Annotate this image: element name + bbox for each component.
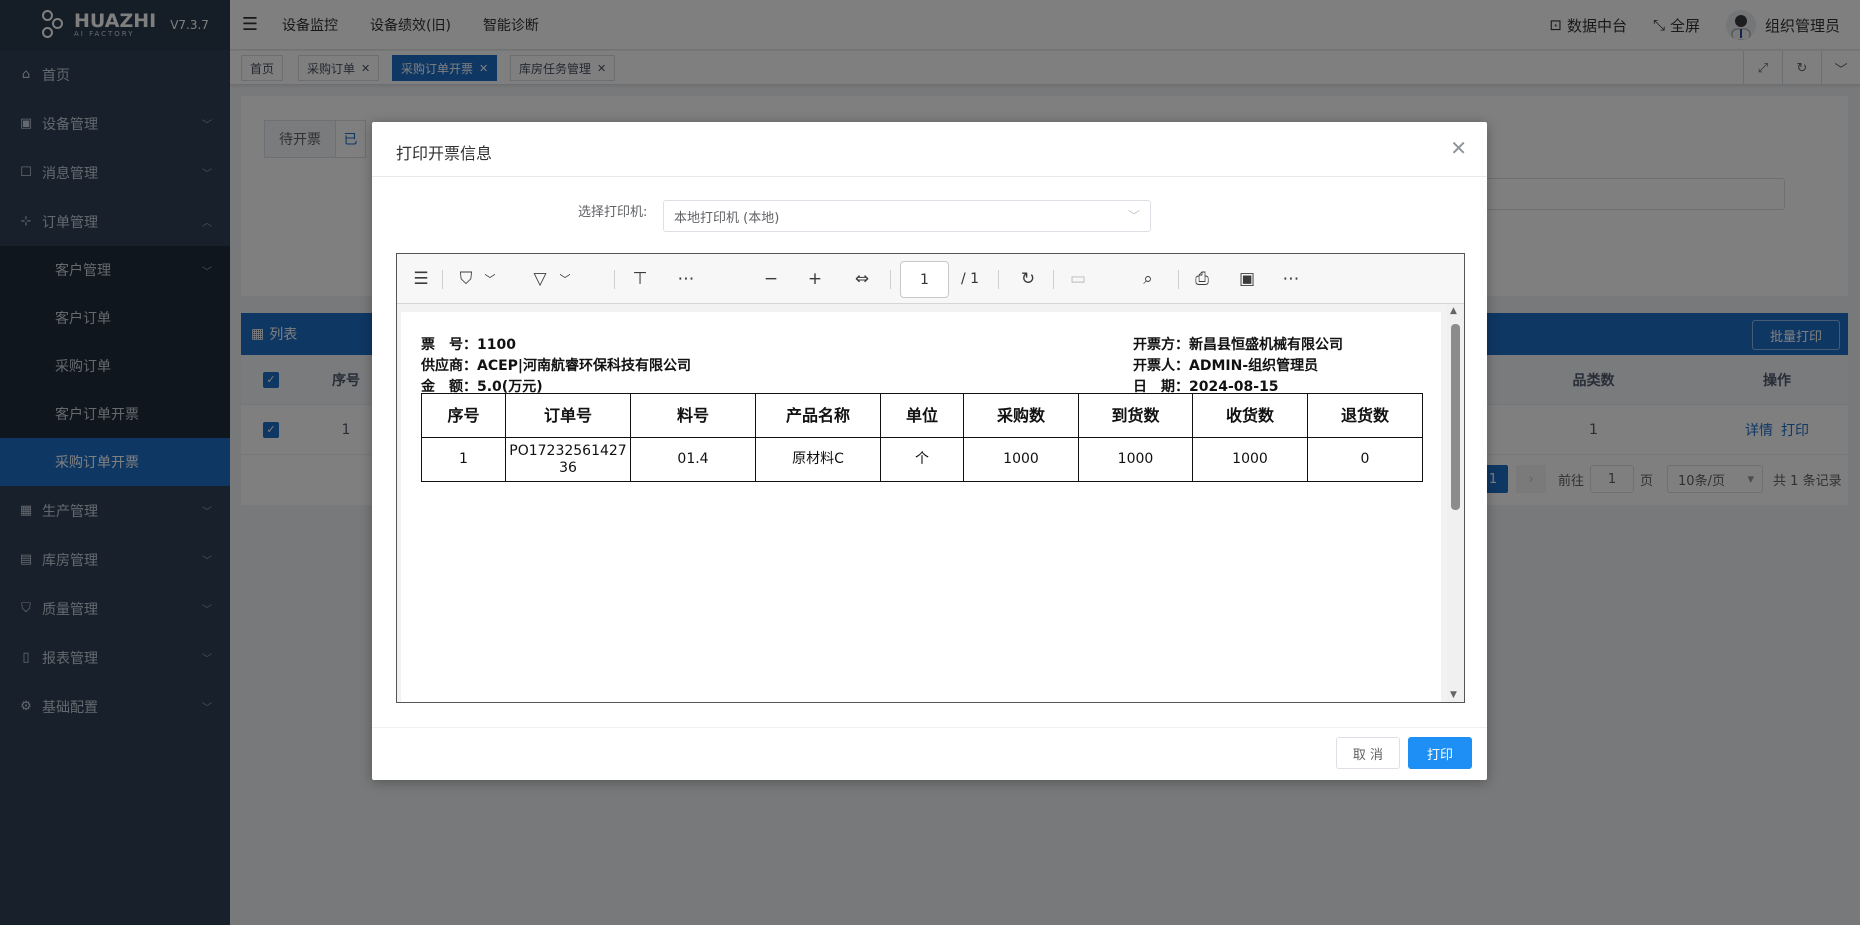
invoice-no-label: 票 号： (421, 337, 477, 353)
invoice-no-value: 1100 (477, 337, 516, 353)
th-arrival-qty: 到货数 (1078, 393, 1193, 438)
td-purchase-qty: 1000 (963, 437, 1079, 482)
th-received-qty: 收货数 (1192, 393, 1308, 438)
issuer-value: 新昌县恒盛机械有限公司 (1189, 337, 1343, 353)
dialog-title: 打印开票信息 (396, 144, 493, 163)
printer-select[interactable]: 本地打印机 (本地) ﹀ (663, 200, 1151, 232)
zoom-out-icon[interactable]: − (761, 254, 781, 304)
invoice-table-header: 序号 订单号 料号 产品名称 单位 采购数 到货数 收货数 退货数 (421, 393, 1423, 438)
more-icon[interactable]: ⋯ (1280, 254, 1302, 304)
operator-value: ADMIN-组织管理员 (1189, 358, 1319, 374)
page-view-icon: ▭ (1069, 269, 1087, 289)
chevron-down-icon[interactable]: ﹀ (483, 254, 497, 304)
zoom-in-icon[interactable]: + (805, 254, 825, 304)
td-received-qty: 1000 (1192, 437, 1308, 482)
printer-label: 选择打印机: (578, 205, 648, 220)
td-material-no: 01.4 (630, 437, 756, 482)
search-icon[interactable]: ⌕ (1137, 254, 1159, 304)
pdf-scrollbar[interactable]: ▲ ▼ (1447, 304, 1464, 702)
td-order-no: PO1723256142736 (505, 437, 631, 482)
td-arrival-qty: 1000 (1078, 437, 1193, 482)
cancel-button[interactable]: 取 消 (1336, 737, 1400, 769)
operator-label: 开票人： (1133, 358, 1189, 374)
scroll-thumb[interactable] (1451, 324, 1460, 510)
pdf-viewer: ☰ ⛉ ﹀ ▽ ﹀ ⊤ ⋯ − + ⇔ 1 / 1 ↻ ▭ ⌕ ⎙ ▣ ⋯ 票 (396, 253, 1465, 703)
separator (998, 270, 999, 289)
chevron-down-icon[interactable]: ﹀ (558, 254, 572, 304)
close-icon[interactable]: ✕ (1450, 136, 1467, 160)
td-product-name: 原材料C (755, 437, 881, 482)
more-icon[interactable]: ⋯ (675, 254, 697, 304)
print-button[interactable]: 打印 (1408, 737, 1472, 769)
chevron-down-icon: ﹀ (1127, 209, 1140, 223)
separator (1053, 270, 1054, 289)
print-icon[interactable]: ⎙ (1191, 254, 1213, 304)
highlight-icon[interactable]: ⛉ (455, 254, 477, 304)
th-purchase-qty: 采购数 (963, 393, 1079, 438)
save-icon[interactable]: ▣ (1236, 254, 1258, 304)
supplier-value: ACEP|河南航睿环保科技有限公司 (477, 358, 692, 374)
pdf-toolbar: ☰ ⛉ ﹀ ▽ ﹀ ⊤ ⋯ − + ⇔ 1 / 1 ↻ ▭ ⌕ ⎙ ▣ ⋯ (397, 254, 1464, 304)
scroll-up-icon[interactable]: ▲ (1450, 306, 1457, 316)
separator (442, 270, 443, 289)
invoice-table: 序号 订单号 料号 产品名称 单位 采购数 到货数 收货数 退货数 1 PO17… (421, 393, 1423, 482)
th-return-qty: 退货数 (1307, 393, 1423, 438)
rotate-icon[interactable]: ↻ (1017, 254, 1039, 304)
page-number-input[interactable]: 1 (900, 261, 949, 298)
issuer-label: 开票方： (1133, 337, 1189, 353)
invoice-no: 票 号：1100 (421, 334, 516, 354)
td-unit: 个 (880, 437, 964, 482)
page-total: / 1 (961, 271, 980, 287)
separator (614, 270, 615, 289)
divider (372, 176, 1487, 177)
fit-width-icon[interactable]: ⇔ (850, 254, 874, 304)
separator (1178, 270, 1179, 289)
th-unit: 单位 (880, 393, 964, 438)
table-row: 1 PO1723256142736 01.4 原材料C 个 1000 1000 … (421, 437, 1423, 482)
printer-value: 本地打印机 (本地) (674, 210, 780, 226)
invoice-supplier: 供应商：ACEP|河南航睿环保科技有限公司 (421, 355, 691, 375)
invoice-issuer: 开票方：新昌县恒盛机械有限公司 (1133, 334, 1343, 354)
td-seq: 1 (421, 437, 506, 482)
divider (372, 727, 1487, 728)
th-material-no: 料号 (630, 393, 756, 438)
separator (890, 270, 891, 289)
text-icon[interactable]: ⊤ (629, 254, 651, 304)
th-seq: 序号 (421, 393, 506, 438)
draw-icon[interactable]: ▽ (529, 254, 551, 304)
td-return-qty: 0 (1307, 437, 1423, 482)
invoice-operator: 开票人：ADMIN-组织管理员 (1133, 355, 1318, 375)
supplier-label: 供应商： (421, 358, 477, 374)
pdf-page: 票 号：1100 供应商：ACEP|河南航睿环保科技有限公司 金 额：5.0(万… (401, 312, 1441, 702)
th-order-no: 订单号 (505, 393, 631, 438)
th-product-name: 产品名称 (755, 393, 881, 438)
scroll-down-icon[interactable]: ▼ (1450, 690, 1457, 700)
print-invoice-dialog: 打印开票信息 ✕ 选择打印机: 本地打印机 (本地) ﹀ ☰ ⛉ ﹀ ▽ ﹀ ⊤… (372, 122, 1487, 780)
outline-icon[interactable]: ☰ (411, 254, 431, 304)
